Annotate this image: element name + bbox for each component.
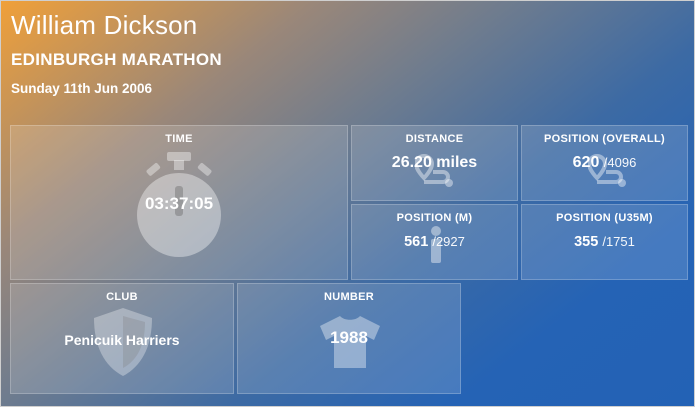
club-label: CLUB bbox=[106, 291, 138, 303]
time-label: TIME bbox=[165, 133, 193, 145]
distance-value: 26.20 miles bbox=[391, 154, 478, 171]
time-value: 03:37:05 bbox=[144, 194, 214, 213]
position-gender-tile: POSITION (M) 561 /2927 bbox=[351, 204, 518, 280]
result-card: William Dickson EDINBURGH MARATHON Sunda… bbox=[0, 0, 695, 407]
event-date: Sunday 11th Jun 2006 bbox=[11, 81, 153, 96]
position-gender-rank: 561 bbox=[404, 234, 429, 250]
position-overall-rank: 620 bbox=[572, 154, 600, 171]
event-name: EDINBURGH MARATHON bbox=[11, 50, 222, 69]
club-value: Penicuik Harriers bbox=[64, 332, 180, 348]
number-label: NUMBER bbox=[323, 291, 375, 303]
distance-tile: DISTANCE 26.20 miles bbox=[351, 125, 518, 201]
position-overall-label: POSITION (OVERALL) bbox=[544, 133, 665, 145]
position-category-tile: POSITION (U35M) 355 /1751 bbox=[521, 204, 688, 280]
position-category-total: /1751 bbox=[602, 234, 635, 249]
distance-label: DISTANCE bbox=[405, 133, 464, 145]
position-gender-total: /2927 bbox=[432, 234, 465, 249]
position-overall-total: /4096 bbox=[603, 155, 637, 170]
runner-name: William Dickson bbox=[11, 10, 198, 40]
position-overall-tile: POSITION (OVERALL) 620 /4096 bbox=[521, 125, 688, 201]
club-tile: CLUB Penicuik Harriers bbox=[10, 283, 234, 394]
position-category-rank: 355 bbox=[574, 234, 599, 250]
position-gender-value: 561 /2927 bbox=[352, 234, 517, 250]
number-value: 1988 bbox=[330, 328, 368, 347]
number-tile: NUMBER 1988 bbox=[237, 283, 461, 394]
position-category-label: POSITION (U35M) bbox=[556, 212, 653, 224]
position-overall-value: 620 /4096 bbox=[522, 154, 687, 172]
position-category-value: 355 /1751 bbox=[522, 234, 687, 250]
position-gender-label: POSITION (M) bbox=[396, 212, 473, 224]
time-tile: TIME 03:37:05 bbox=[10, 125, 348, 280]
